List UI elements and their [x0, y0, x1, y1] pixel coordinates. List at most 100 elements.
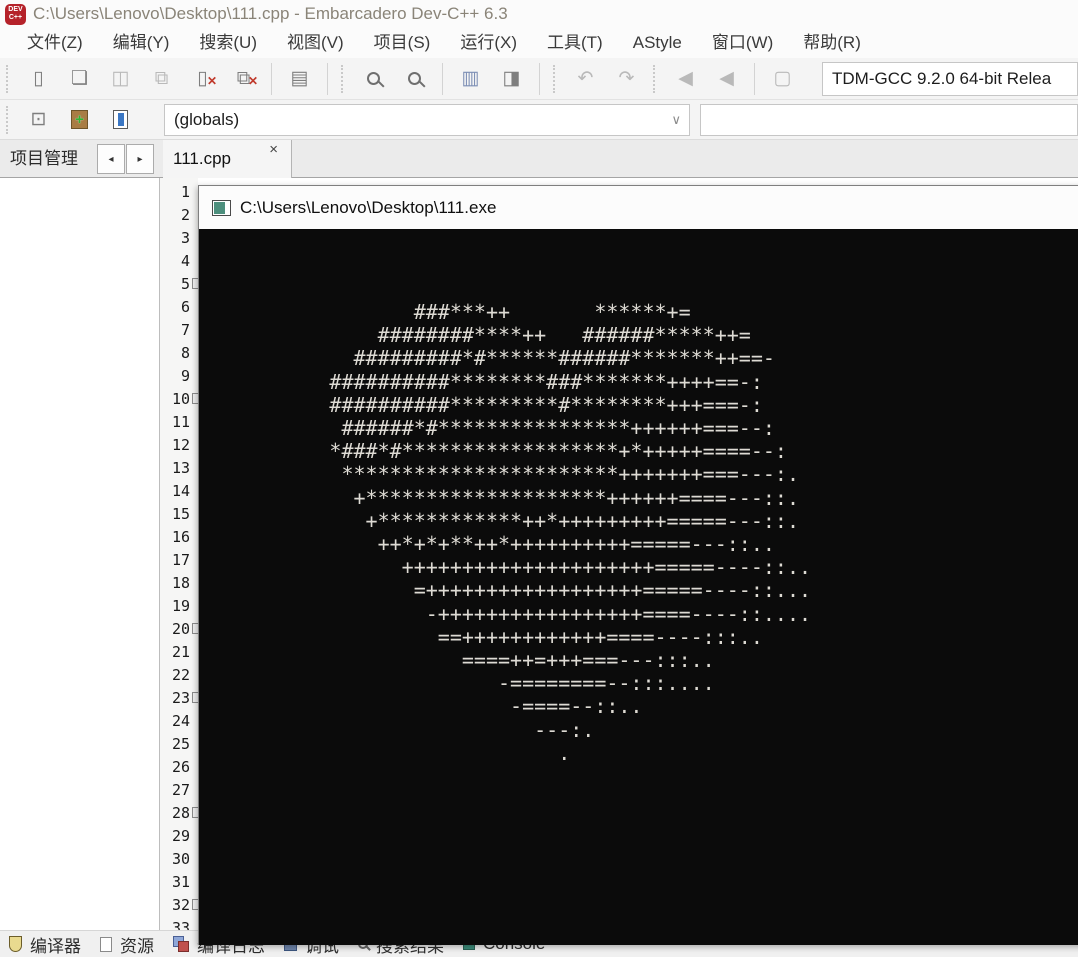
toolbar-separator: [539, 62, 540, 95]
print-button[interactable]: ▤: [279, 61, 320, 97]
menu-item[interactable]: 文件(Z): [12, 28, 98, 58]
undo-button[interactable]: ↶: [565, 61, 606, 97]
close-all-button[interactable]: ⧉ ✕: [223, 61, 264, 97]
status-tab-compiler[interactable]: 编译器: [9, 932, 81, 957]
save-button[interactable]: ◫: [100, 61, 141, 97]
menu-item[interactable]: AStyle: [618, 28, 697, 58]
toolbar-grip[interactable]: [653, 64, 660, 93]
save-icon: ◫: [111, 68, 130, 89]
project-panel-title: 项目管理: [10, 149, 78, 168]
console-body[interactable]: ###***++ ******+= ########****++ ######*…: [199, 229, 1078, 945]
status-tab-label: 编译器: [30, 936, 81, 956]
open-file-button[interactable]: ❏: [59, 61, 100, 97]
redo-icon: ↷: [618, 68, 635, 89]
class-browser-select[interactable]: (globals) ∨: [164, 104, 690, 136]
toolbar-grip[interactable]: [6, 64, 13, 93]
line-number: 29: [171, 827, 190, 845]
window-title-bar: DEV C++ C:\Users\Lenovo\Desktop\111.cpp …: [0, 0, 1078, 28]
panel-scroll-right-button[interactable]: ▸: [126, 144, 154, 174]
line-number: 27: [171, 781, 190, 799]
project-manager-panel[interactable]: [0, 178, 160, 930]
compiler-select[interactable]: TDM-GCC 9.2.0 64-bit Relea: [822, 62, 1078, 96]
line-number: 2: [180, 206, 190, 224]
app-logo-text: DEV: [8, 6, 23, 13]
redo-button[interactable]: ↷: [606, 61, 647, 97]
save-all-button[interactable]: ⧉: [141, 61, 182, 97]
line-number: 20: [160, 618, 198, 641]
add-to-project-button[interactable]: +: [59, 102, 100, 138]
editor-tab-111cpp[interactable]: 111.cpp ×: [163, 140, 292, 178]
menu-item[interactable]: 窗口(W): [697, 28, 788, 58]
replace-icon: [408, 72, 421, 85]
line-number: 18: [171, 574, 190, 592]
goto-line-button[interactable]: ▥: [450, 61, 491, 97]
arrow-left-icon: ◂: [108, 153, 114, 165]
console-title-bar[interactable]: C:\Users\Lenovo\Desktop\111.exe: [199, 186, 1078, 229]
options-button[interactable]: ▢: [762, 61, 803, 97]
toolbar-separator: [442, 62, 443, 95]
save-all-icon: ⧉: [154, 67, 169, 89]
find-button[interactable]: [353, 61, 394, 97]
line-number: 1: [180, 183, 190, 201]
menu-item[interactable]: 视图(V): [272, 28, 359, 58]
member-select[interactable]: [700, 104, 1078, 136]
class-browser-value: (globals): [174, 110, 240, 129]
toolbar-grip[interactable]: [6, 105, 13, 134]
line-number: 17: [171, 551, 190, 569]
close-all-x-icon: ✕: [247, 73, 258, 88]
line-number: 8: [180, 344, 190, 362]
console-window[interactable]: C:\Users\Lenovo\Desktop\111.exe ###***++…: [198, 185, 1078, 945]
options-icon: ▢: [773, 68, 792, 89]
line-number: 28: [160, 802, 198, 825]
forward-button[interactable]: ◀: [706, 61, 747, 97]
status-tab-resources[interactable]: 资源: [100, 932, 154, 957]
find-icon: [367, 72, 380, 85]
line-number: 12: [171, 436, 190, 454]
compiler-select-value: TDM-GCC 9.2.0 64-bit Relea: [832, 69, 1052, 88]
line-number: 3: [180, 229, 190, 247]
add-file-icon: +: [71, 110, 88, 129]
print-icon: ▤: [290, 68, 309, 89]
line-number: 19: [171, 597, 190, 615]
compile-toolbar: ⊡ + (globals) ∨: [0, 100, 1078, 140]
console-output: ###***++ ******+= ########****++ ######*…: [329, 300, 812, 765]
console-app-icon: [212, 199, 231, 216]
menu-item[interactable]: 搜索(U): [184, 28, 272, 58]
panel-scroll-left-button[interactable]: ◂: [97, 144, 125, 174]
menu-item[interactable]: 帮助(R): [788, 28, 876, 58]
menu-item[interactable]: 工具(T): [532, 28, 618, 58]
line-number: 22: [171, 666, 190, 684]
close-x-icon: ✕: [206, 73, 217, 88]
check-syntax-button[interactable]: ⊡: [18, 102, 59, 138]
line-number: 31: [171, 873, 190, 891]
insert-button[interactable]: ◨: [491, 61, 532, 97]
line-number: 14: [171, 482, 190, 500]
replace-button[interactable]: [394, 61, 435, 97]
back-icon: ◀: [678, 68, 693, 89]
run-button[interactable]: [100, 102, 141, 138]
menu-item[interactable]: 运行(X): [445, 28, 532, 58]
line-number: 25: [171, 735, 190, 753]
menu-item[interactable]: 项目(S): [359, 28, 446, 58]
new-file-button[interactable]: ▯: [18, 61, 59, 97]
layers-icon: [173, 936, 189, 952]
insert-icon: ◨: [502, 68, 521, 89]
editor-gutter: 1 2 3 4 5 6 7 8 9 10 11 12 13 14 15 16 17 18 19 20 21 22 23 24 2…: [160, 178, 198, 930]
back-button[interactable]: ◀: [665, 61, 706, 97]
toolbar-grip[interactable]: [553, 64, 560, 93]
status-tab-label: 资源: [120, 936, 154, 956]
menu-item[interactable]: 编辑(Y): [98, 28, 185, 58]
close-file-button[interactable]: ▯ ✕: [182, 61, 223, 97]
tab-label: 111.cpp: [173, 149, 231, 168]
console-window-title: C:\Users\Lenovo\Desktop\111.exe: [240, 197, 497, 217]
line-number: 15: [171, 505, 190, 523]
shield-icon: [9, 936, 22, 952]
toolbar-separator: [271, 62, 272, 95]
tab-row: 项目管理 ◂ ▸ 111.cpp ×: [0, 140, 1078, 178]
line-number: 7: [180, 321, 190, 339]
app-logo-icon: DEV C++: [5, 3, 26, 25]
line-number: 11: [171, 413, 190, 431]
toolbar-grip[interactable]: [341, 64, 348, 93]
line-number: 26: [171, 758, 190, 776]
tab-close-icon[interactable]: ×: [269, 141, 278, 159]
